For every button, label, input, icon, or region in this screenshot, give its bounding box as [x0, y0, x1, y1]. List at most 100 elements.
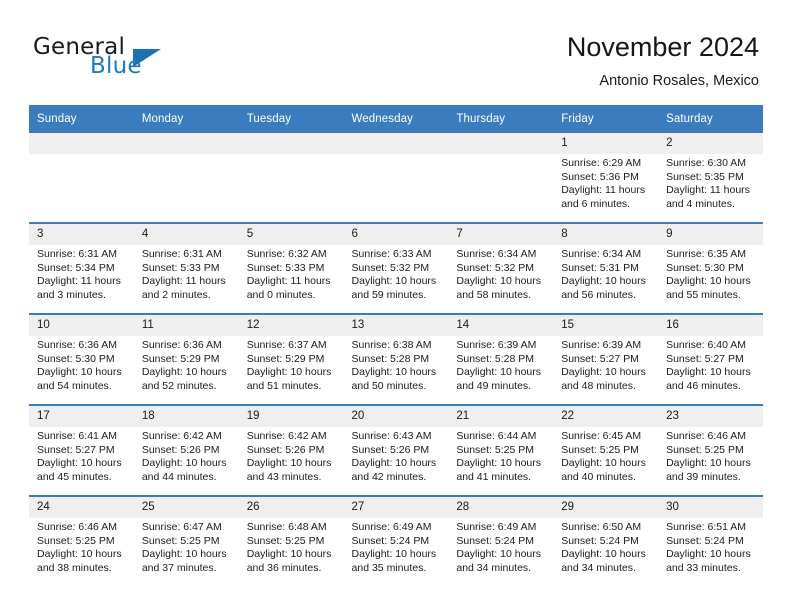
daylight-text: Daylight: 10 hours: [37, 548, 122, 561]
day-number: 23: [658, 406, 763, 427]
daylight-text: Daylight: 10 hours: [666, 366, 751, 379]
brand-logo[interactable]: General Blue: [33, 35, 263, 90]
sunrise-text: Sunrise: 6:34 AM: [456, 248, 537, 260]
day-details: Sunrise: 6:46 AM Sunset: 5:25 PM Daylight:…: [658, 427, 763, 484]
calendar-day-cell[interactable]: 28 Sunrise: 6:49 AM Sunset: 5:24 PM Dayligh…: [448, 495, 554, 586]
day-number: 4: [133, 224, 239, 245]
sunset-text: Sunset: 5:30 PM: [37, 352, 115, 365]
calendar-day-cell[interactable]: 9 Sunrise: 6:35 AM Sunset: 5:30 PM Daylight…: [658, 222, 763, 314]
sunrise-text: Sunrise: 6:35 AM: [666, 248, 747, 260]
calendar-day-cell-empty: [448, 133, 554, 223]
sunset-text: Sunset: 5:25 PM: [141, 534, 220, 547]
daylight-text-continued: and 35 minutes.: [351, 561, 427, 574]
calendar-day-cell[interactable]: 20 Sunrise: 6:43 AM Sunset: 5:26 PM Dayligh…: [343, 404, 449, 496]
daylight-text-continued: and 51 minutes.: [246, 379, 322, 392]
calendar-day-cell[interactable]: 1 Sunrise: 6:29 AM Sunset: 5:36 PM Daylight…: [553, 133, 659, 223]
daylight-text: Daylight: 10 hours: [37, 366, 122, 379]
sunset-text: Sunset: 5:27 PM: [37, 443, 115, 456]
calendar-day-cell[interactable]: 22 Sunrise: 6:45 AM Sunset: 5:25 PM Dayligh…: [553, 404, 659, 496]
calendar-day-cell[interactable]: 18 Sunrise: 6:42 AM Sunset: 5:26 PM Dayligh…: [133, 404, 239, 496]
calendar-day-cell[interactable]: 21 Sunrise: 6:44 AM Sunset: 5:25 PM Dayligh…: [448, 404, 554, 496]
day-number: [343, 133, 449, 154]
calendar-day-cell[interactable]: 23 Sunrise: 6:46 AM Sunset: 5:25 PM Dayligh…: [658, 404, 763, 496]
sunset-text: Sunset: 5:32 PM: [456, 261, 535, 274]
day-details: Sunrise: 6:31 AM Sunset: 5:33 PM Daylight:…: [134, 245, 239, 302]
calendar-day-cell[interactable]: 25 Sunrise: 6:47 AM Sunset: 5:25 PM Dayligh…: [133, 495, 239, 586]
day-details: Sunrise: 6:34 AM Sunset: 5:32 PM Daylight:…: [448, 245, 553, 302]
brand-name-blue: Blue: [90, 53, 142, 79]
calendar-day-cell[interactable]: 3 Sunrise: 6:31 AM Sunset: 5:34 PM Daylight…: [29, 222, 134, 314]
calendar-day-cell[interactable]: 30 Sunrise: 6:51 AM Sunset: 5:24 PM Dayligh…: [658, 495, 763, 586]
day-details: Sunrise: 6:44 AM Sunset: 5:25 PM Daylight:…: [448, 427, 553, 484]
daylight-text: Daylight: 10 hours: [666, 275, 751, 288]
day-number: 24: [29, 497, 134, 518]
calendar-day-cell[interactable]: 10 Sunrise: 6:36 AM Sunset: 5:30 PM Dayligh…: [29, 313, 134, 405]
day-details: Sunrise: 6:39 AM Sunset: 5:27 PM Daylight:…: [553, 336, 658, 393]
day-number: 29: [553, 497, 659, 518]
day-number: 14: [448, 315, 554, 336]
sunrise-text: Sunrise: 6:33 AM: [351, 248, 432, 260]
daylight-text-continued: and 52 minutes.: [141, 379, 217, 392]
calendar-day-cell-empty: [133, 133, 239, 223]
calendar-day-cell[interactable]: 4 Sunrise: 6:31 AM Sunset: 5:33 PM Daylight…: [133, 222, 239, 314]
calendar-day-cell[interactable]: 6 Sunrise: 6:33 AM Sunset: 5:32 PM Daylight…: [343, 222, 449, 314]
sunset-text: Sunset: 5:29 PM: [246, 352, 325, 365]
calendar-day-cell[interactable]: 19 Sunrise: 6:42 AM Sunset: 5:26 PM Dayligh…: [238, 404, 344, 496]
calendar-day-cell[interactable]: 5 Sunrise: 6:32 AM Sunset: 5:33 PM Daylight…: [238, 222, 344, 314]
daylight-text: Daylight: 10 hours: [666, 548, 751, 561]
calendar-day-cell[interactable]: 26 Sunrise: 6:48 AM Sunset: 5:25 PM Dayligh…: [238, 495, 344, 586]
sunset-text: Sunset: 5:28 PM: [456, 352, 535, 365]
daylight-text: Daylight: 10 hours: [561, 366, 646, 379]
day-details: [239, 154, 344, 157]
day-number: 3: [29, 224, 134, 245]
sunset-text: Sunset: 5:24 PM: [456, 534, 535, 547]
calendar-day-cell[interactable]: 7 Sunrise: 6:34 AM Sunset: 5:32 PM Daylight…: [448, 222, 554, 314]
calendar-day-cell[interactable]: 14 Sunrise: 6:39 AM Sunset: 5:28 PM Dayligh…: [448, 313, 554, 405]
day-number: [448, 133, 554, 154]
daylight-text: Daylight: 10 hours: [351, 366, 437, 379]
day-details: Sunrise: 6:50 AM Sunset: 5:24 PM Daylight:…: [553, 518, 658, 575]
calendar-day-cell-empty: [343, 133, 449, 223]
calendar-day-cell[interactable]: 11 Sunrise: 6:36 AM Sunset: 5:29 PM Dayligh…: [133, 313, 239, 405]
calendar-day-cell[interactable]: 24 Sunrise: 6:46 AM Sunset: 5:25 PM Dayligh…: [29, 495, 134, 586]
daylight-text: Daylight: 10 hours: [141, 366, 227, 379]
sunrise-text: Sunrise: 6:48 AM: [246, 521, 327, 533]
daylight-text: Daylight: 10 hours: [456, 548, 542, 561]
calendar-day-cell[interactable]: 8 Sunrise: 6:34 AM Sunset: 5:31 PM Daylight…: [553, 222, 659, 314]
calendar-day-cell[interactable]: 15 Sunrise: 6:39 AM Sunset: 5:27 PM Dayligh…: [553, 313, 659, 405]
day-number: 26: [238, 497, 344, 518]
calendar-day-cell[interactable]: 16 Sunrise: 6:40 AM Sunset: 5:27 PM Dayligh…: [658, 313, 763, 405]
sunrise-text: Sunrise: 6:36 AM: [37, 339, 117, 351]
calendar-day-cell[interactable]: 29 Sunrise: 6:50 AM Sunset: 5:24 PM Dayligh…: [553, 495, 659, 586]
day-number: 30: [658, 497, 763, 518]
daylight-text-continued: and 48 minutes.: [561, 379, 636, 392]
calendar-day-cell[interactable]: 17 Sunrise: 6:41 AM Sunset: 5:27 PM Dayligh…: [29, 404, 134, 496]
daylight-text-continued: and 45 minutes.: [37, 470, 112, 483]
sunrise-text: Sunrise: 6:43 AM: [351, 430, 432, 442]
daylight-text-continued: and 33 minutes.: [666, 561, 741, 574]
calendar-day-cell[interactable]: 2 Sunrise: 6:30 AM Sunset: 5:35 PM Daylight…: [658, 133, 763, 223]
sunset-text: Sunset: 5:25 PM: [561, 443, 639, 456]
page-subtitle: Antonio Rosales, Mexico: [599, 73, 759, 89]
daylight-text: Daylight: 10 hours: [351, 275, 437, 288]
daylight-text-continued: and 3 minutes.: [37, 288, 106, 301]
day-number: 5: [238, 224, 344, 245]
day-number: 20: [343, 406, 449, 427]
sunset-text: Sunset: 5:28 PM: [351, 352, 430, 365]
calendar-day-cell[interactable]: 27 Sunrise: 6:49 AM Sunset: 5:24 PM Dayligh…: [343, 495, 449, 586]
day-details: Sunrise: 6:39 AM Sunset: 5:28 PM Daylight:…: [448, 336, 553, 393]
day-number: 28: [448, 497, 554, 518]
daylight-text-continued: and 40 minutes.: [561, 470, 636, 483]
calendar-day-cell[interactable]: 13 Sunrise: 6:38 AM Sunset: 5:28 PM Dayligh…: [343, 313, 449, 405]
day-details: Sunrise: 6:42 AM Sunset: 5:26 PM Daylight:…: [134, 427, 239, 484]
day-number: 2: [658, 133, 763, 154]
day-details: Sunrise: 6:38 AM Sunset: 5:28 PM Daylight:…: [344, 336, 449, 393]
day-number: 10: [29, 315, 134, 336]
sunset-text: Sunset: 5:24 PM: [666, 534, 744, 547]
daylight-text: Daylight: 11 hours: [37, 275, 121, 288]
daylight-text-continued: and 37 minutes.: [141, 561, 217, 574]
sunset-text: Sunset: 5:33 PM: [246, 261, 325, 274]
day-details: Sunrise: 6:29 AM Sunset: 5:36 PM Daylight:…: [553, 154, 658, 211]
calendar-day-cell[interactable]: 12 Sunrise: 6:37 AM Sunset: 5:29 PM Dayligh…: [238, 313, 344, 405]
daylight-text-continued: and 41 minutes.: [456, 470, 532, 483]
